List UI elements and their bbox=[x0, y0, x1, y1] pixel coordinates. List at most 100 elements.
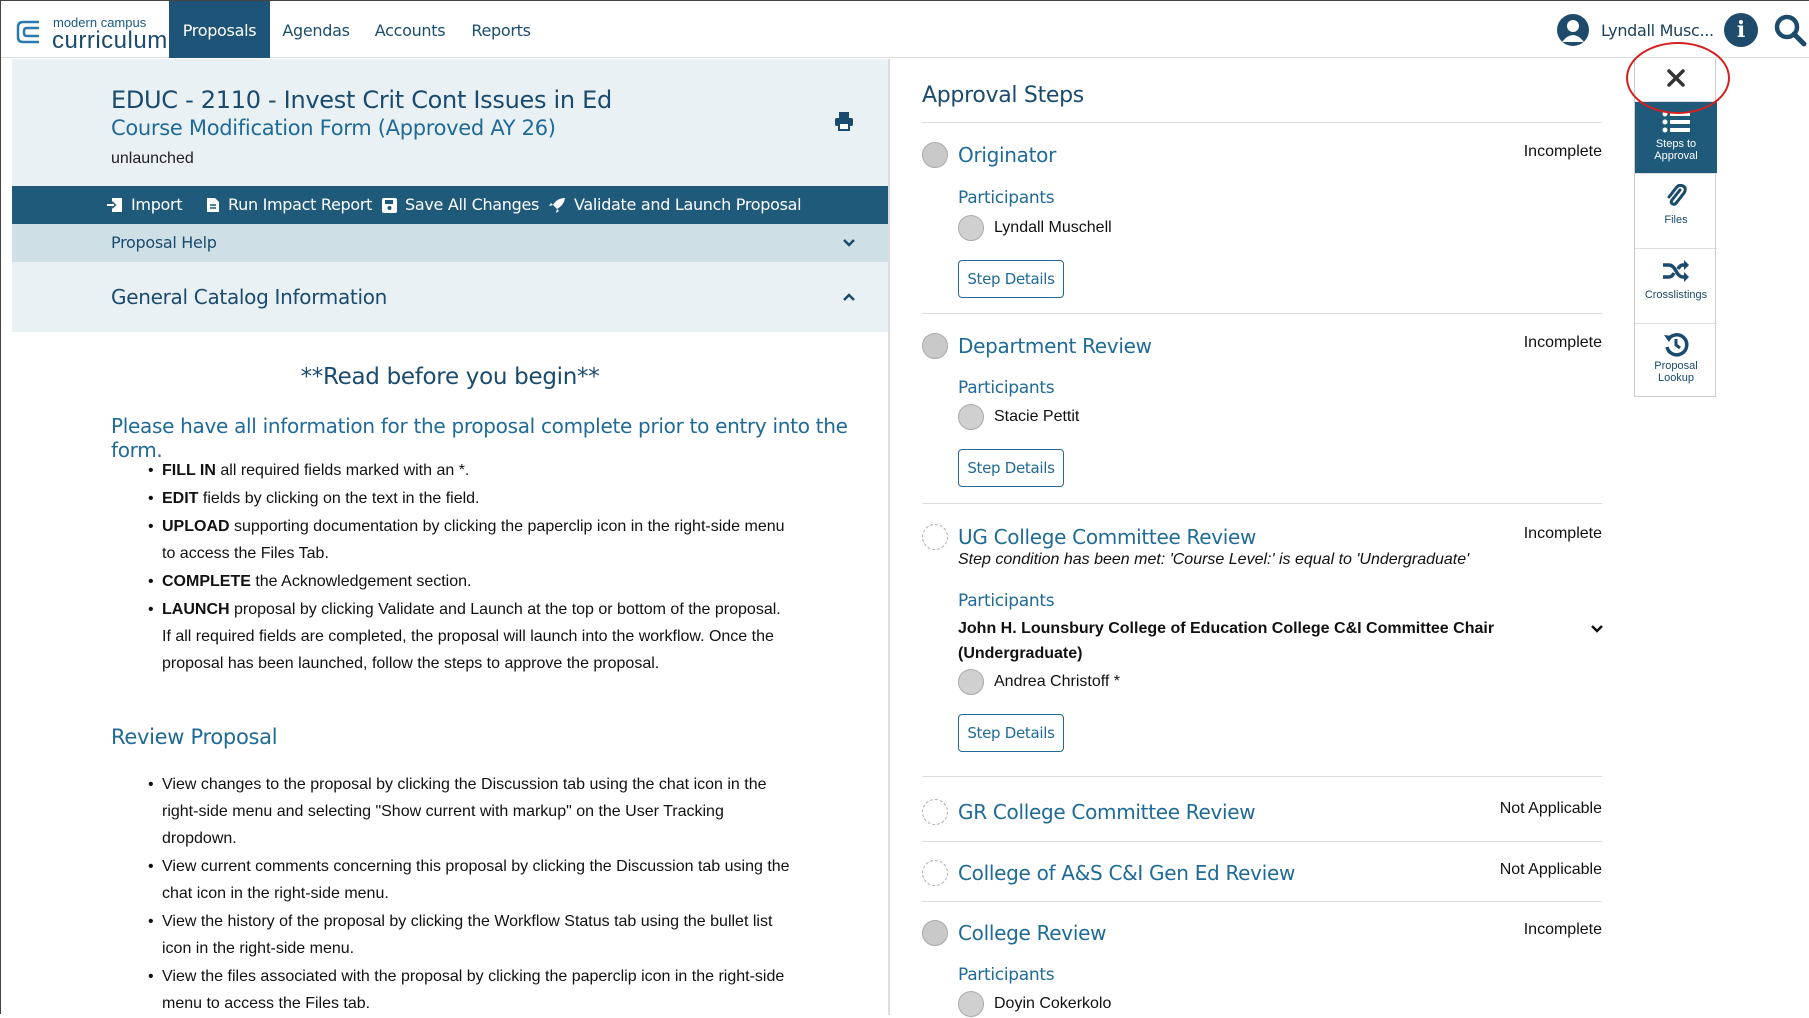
review-proposal-heading: Review Proposal bbox=[111, 725, 278, 749]
participant-status-circle bbox=[958, 669, 984, 695]
step-status: Incomplete bbox=[1523, 525, 1602, 542]
participant: Stacie Pettit bbox=[958, 404, 1079, 430]
general-catalog-section[interactable]: General Catalog Information bbox=[12, 262, 888, 332]
nav-reports[interactable]: Reports bbox=[467, 1, 535, 58]
import-button[interactable]: Import bbox=[107, 186, 183, 224]
divider bbox=[922, 776, 1602, 777]
proposal-header: EDUC - 2110 - Invest Crit Cont Issues in… bbox=[12, 59, 888, 186]
chevron-down-icon[interactable] bbox=[1590, 622, 1604, 636]
proposal-lookup-tab[interactable]: Proposal Lookup bbox=[1635, 323, 1717, 397]
document-icon bbox=[207, 198, 219, 212]
proposal-title: EDUC - 2110 - Invest Crit Cont Issues in… bbox=[111, 86, 612, 114]
approval-step-originator: Originator Incomplete Participants Lynda… bbox=[922, 142, 1602, 302]
instruction-text: proposal by clicking Validate and Launch… bbox=[162, 601, 781, 672]
approval-step-ug-college-committee: UG College Committee Review Incomplete S… bbox=[922, 524, 1604, 764]
divider bbox=[922, 841, 1602, 842]
general-catalog-label: General Catalog Information bbox=[111, 285, 388, 309]
step-name[interactable]: College of A&S C&I Gen Ed Review bbox=[958, 861, 1295, 885]
crosslistings-tab[interactable]: Crosslistings bbox=[1635, 248, 1717, 323]
step-status-circle bbox=[922, 920, 948, 946]
participant: Andrea Christoff * bbox=[958, 669, 1120, 695]
app-logo[interactable]: modern campus curriculum bbox=[15, 13, 167, 54]
save-all-changes-button[interactable]: Save All Changes bbox=[382, 186, 539, 224]
participants-label: Participants bbox=[958, 965, 1055, 985]
participant-status-circle bbox=[958, 404, 984, 430]
divider bbox=[922, 122, 1602, 123]
files-tab[interactable]: Files bbox=[1635, 173, 1717, 248]
review-list: View changes to the proposal by clicking… bbox=[148, 771, 792, 1018]
participant-name: Doyin Cokerkolo bbox=[994, 995, 1112, 1012]
step-status: Incomplete bbox=[1523, 921, 1602, 938]
nav-proposals[interactable]: Proposals bbox=[169, 1, 270, 58]
participant-name: Lyndall Muschell bbox=[994, 219, 1112, 236]
paperclip-icon bbox=[1667, 184, 1687, 206]
run-impact-report-button[interactable]: Run Impact Report bbox=[206, 186, 372, 224]
read-before-heading: **Read before you begin** bbox=[300, 364, 600, 390]
participant-status-circle bbox=[958, 991, 984, 1017]
participant-status-circle bbox=[958, 215, 984, 241]
divider bbox=[922, 901, 1602, 902]
save-all-label: Save All Changes bbox=[405, 195, 540, 214]
instruction-text: supporting documentation by clicking the… bbox=[162, 518, 785, 562]
step-status: Incomplete bbox=[1523, 334, 1602, 351]
approval-step-gr-college-committee: GR College Committee Review Not Applicab… bbox=[922, 799, 1602, 839]
info-icon[interactable]: i bbox=[1724, 13, 1758, 47]
nav-accounts[interactable]: Accounts bbox=[372, 1, 448, 58]
run-impact-label: Run Impact Report bbox=[228, 195, 373, 214]
shuffle-icon bbox=[1663, 260, 1689, 282]
step-status: Not Applicable bbox=[1499, 861, 1602, 878]
import-icon bbox=[107, 198, 122, 212]
top-nav-bar: modern campus curriculum Proposals Agend… bbox=[1, 1, 1809, 58]
tab-label: Files bbox=[1664, 214, 1688, 226]
list-item: FILL IN all required fields marked with … bbox=[148, 457, 792, 484]
history-icon bbox=[1664, 333, 1689, 357]
user-menu[interactable]: Lyndall Musc... bbox=[1557, 13, 1714, 47]
step-details-button[interactable]: Step Details bbox=[958, 260, 1064, 298]
step-status-circle bbox=[922, 333, 948, 359]
validate-launch-button[interactable]: Validate and Launch Proposal bbox=[548, 186, 802, 224]
proposal-status: unlaunched bbox=[111, 150, 194, 167]
proposal-help-section[interactable]: Proposal Help bbox=[12, 224, 888, 262]
participant-name: Stacie Pettit bbox=[994, 408, 1080, 425]
app-window: modern campus curriculum Proposals Agend… bbox=[0, 0, 1809, 1017]
step-details-button[interactable]: Step Details bbox=[958, 449, 1064, 487]
proposal-form-name: Course Modification Form (Approved AY 26… bbox=[111, 116, 556, 140]
divider bbox=[922, 313, 1602, 314]
import-label: Import bbox=[131, 195, 183, 214]
save-icon bbox=[382, 197, 397, 213]
intro-text: Please have all information for the prop… bbox=[111, 414, 848, 462]
approval-step-department-review: Department Review Incomplete Participant… bbox=[922, 333, 1602, 493]
user-name: Lyndall Musc... bbox=[1601, 20, 1714, 40]
proposal-toolbar: Import Run Impact Report Save All Change… bbox=[12, 186, 888, 224]
list-item: View the files associated with the propo… bbox=[148, 963, 792, 1017]
list-item: View changes to the proposal by clicking… bbox=[148, 771, 792, 852]
step-name[interactable]: Department Review bbox=[958, 334, 1152, 358]
participants-label: Participants bbox=[958, 591, 1055, 611]
instruction-text: the Acknowledgement section. bbox=[250, 573, 472, 590]
search-icon[interactable] bbox=[1773, 13, 1807, 47]
step-name[interactable]: UG College Committee Review bbox=[958, 525, 1256, 549]
list-item: LAUNCH proposal by clicking Validate and… bbox=[148, 596, 792, 677]
logo-mark-icon bbox=[16, 20, 39, 44]
step-name[interactable]: Originator bbox=[958, 143, 1056, 167]
tab-label: Proposal Lookup bbox=[1654, 360, 1698, 384]
chevron-down-icon bbox=[843, 239, 855, 247]
step-details-button[interactable]: Step Details bbox=[958, 714, 1064, 752]
approval-step-college-review: College Review Incomplete Participants D… bbox=[922, 920, 1602, 1017]
instruction-keyword: LAUNCH bbox=[162, 601, 230, 618]
logo-big-text: curriculum bbox=[52, 27, 168, 54]
instruction-keyword: COMPLETE bbox=[162, 573, 251, 590]
instruction-text: fields by clicking on the text in the fi… bbox=[198, 490, 480, 507]
nav-agendas[interactable]: Agendas bbox=[279, 1, 353, 58]
participant: Lyndall Muschell bbox=[958, 215, 1112, 241]
step-status-circle bbox=[922, 142, 948, 168]
list-item: COMPLETE the Acknowledgement section. bbox=[148, 568, 792, 595]
step-status-circle bbox=[922, 799, 948, 825]
step-name[interactable]: College Review bbox=[958, 921, 1106, 945]
instruction-text: all required fields marked with an *. bbox=[215, 462, 470, 479]
list-item: UPLOAD supporting documentation by click… bbox=[148, 513, 792, 567]
step-name[interactable]: GR College Committee Review bbox=[958, 800, 1256, 824]
print-icon[interactable] bbox=[834, 111, 854, 131]
committee-chair-group[interactable]: John H. Lounsbury College of Education C… bbox=[958, 616, 1558, 666]
step-status: Not Applicable bbox=[1499, 800, 1602, 817]
